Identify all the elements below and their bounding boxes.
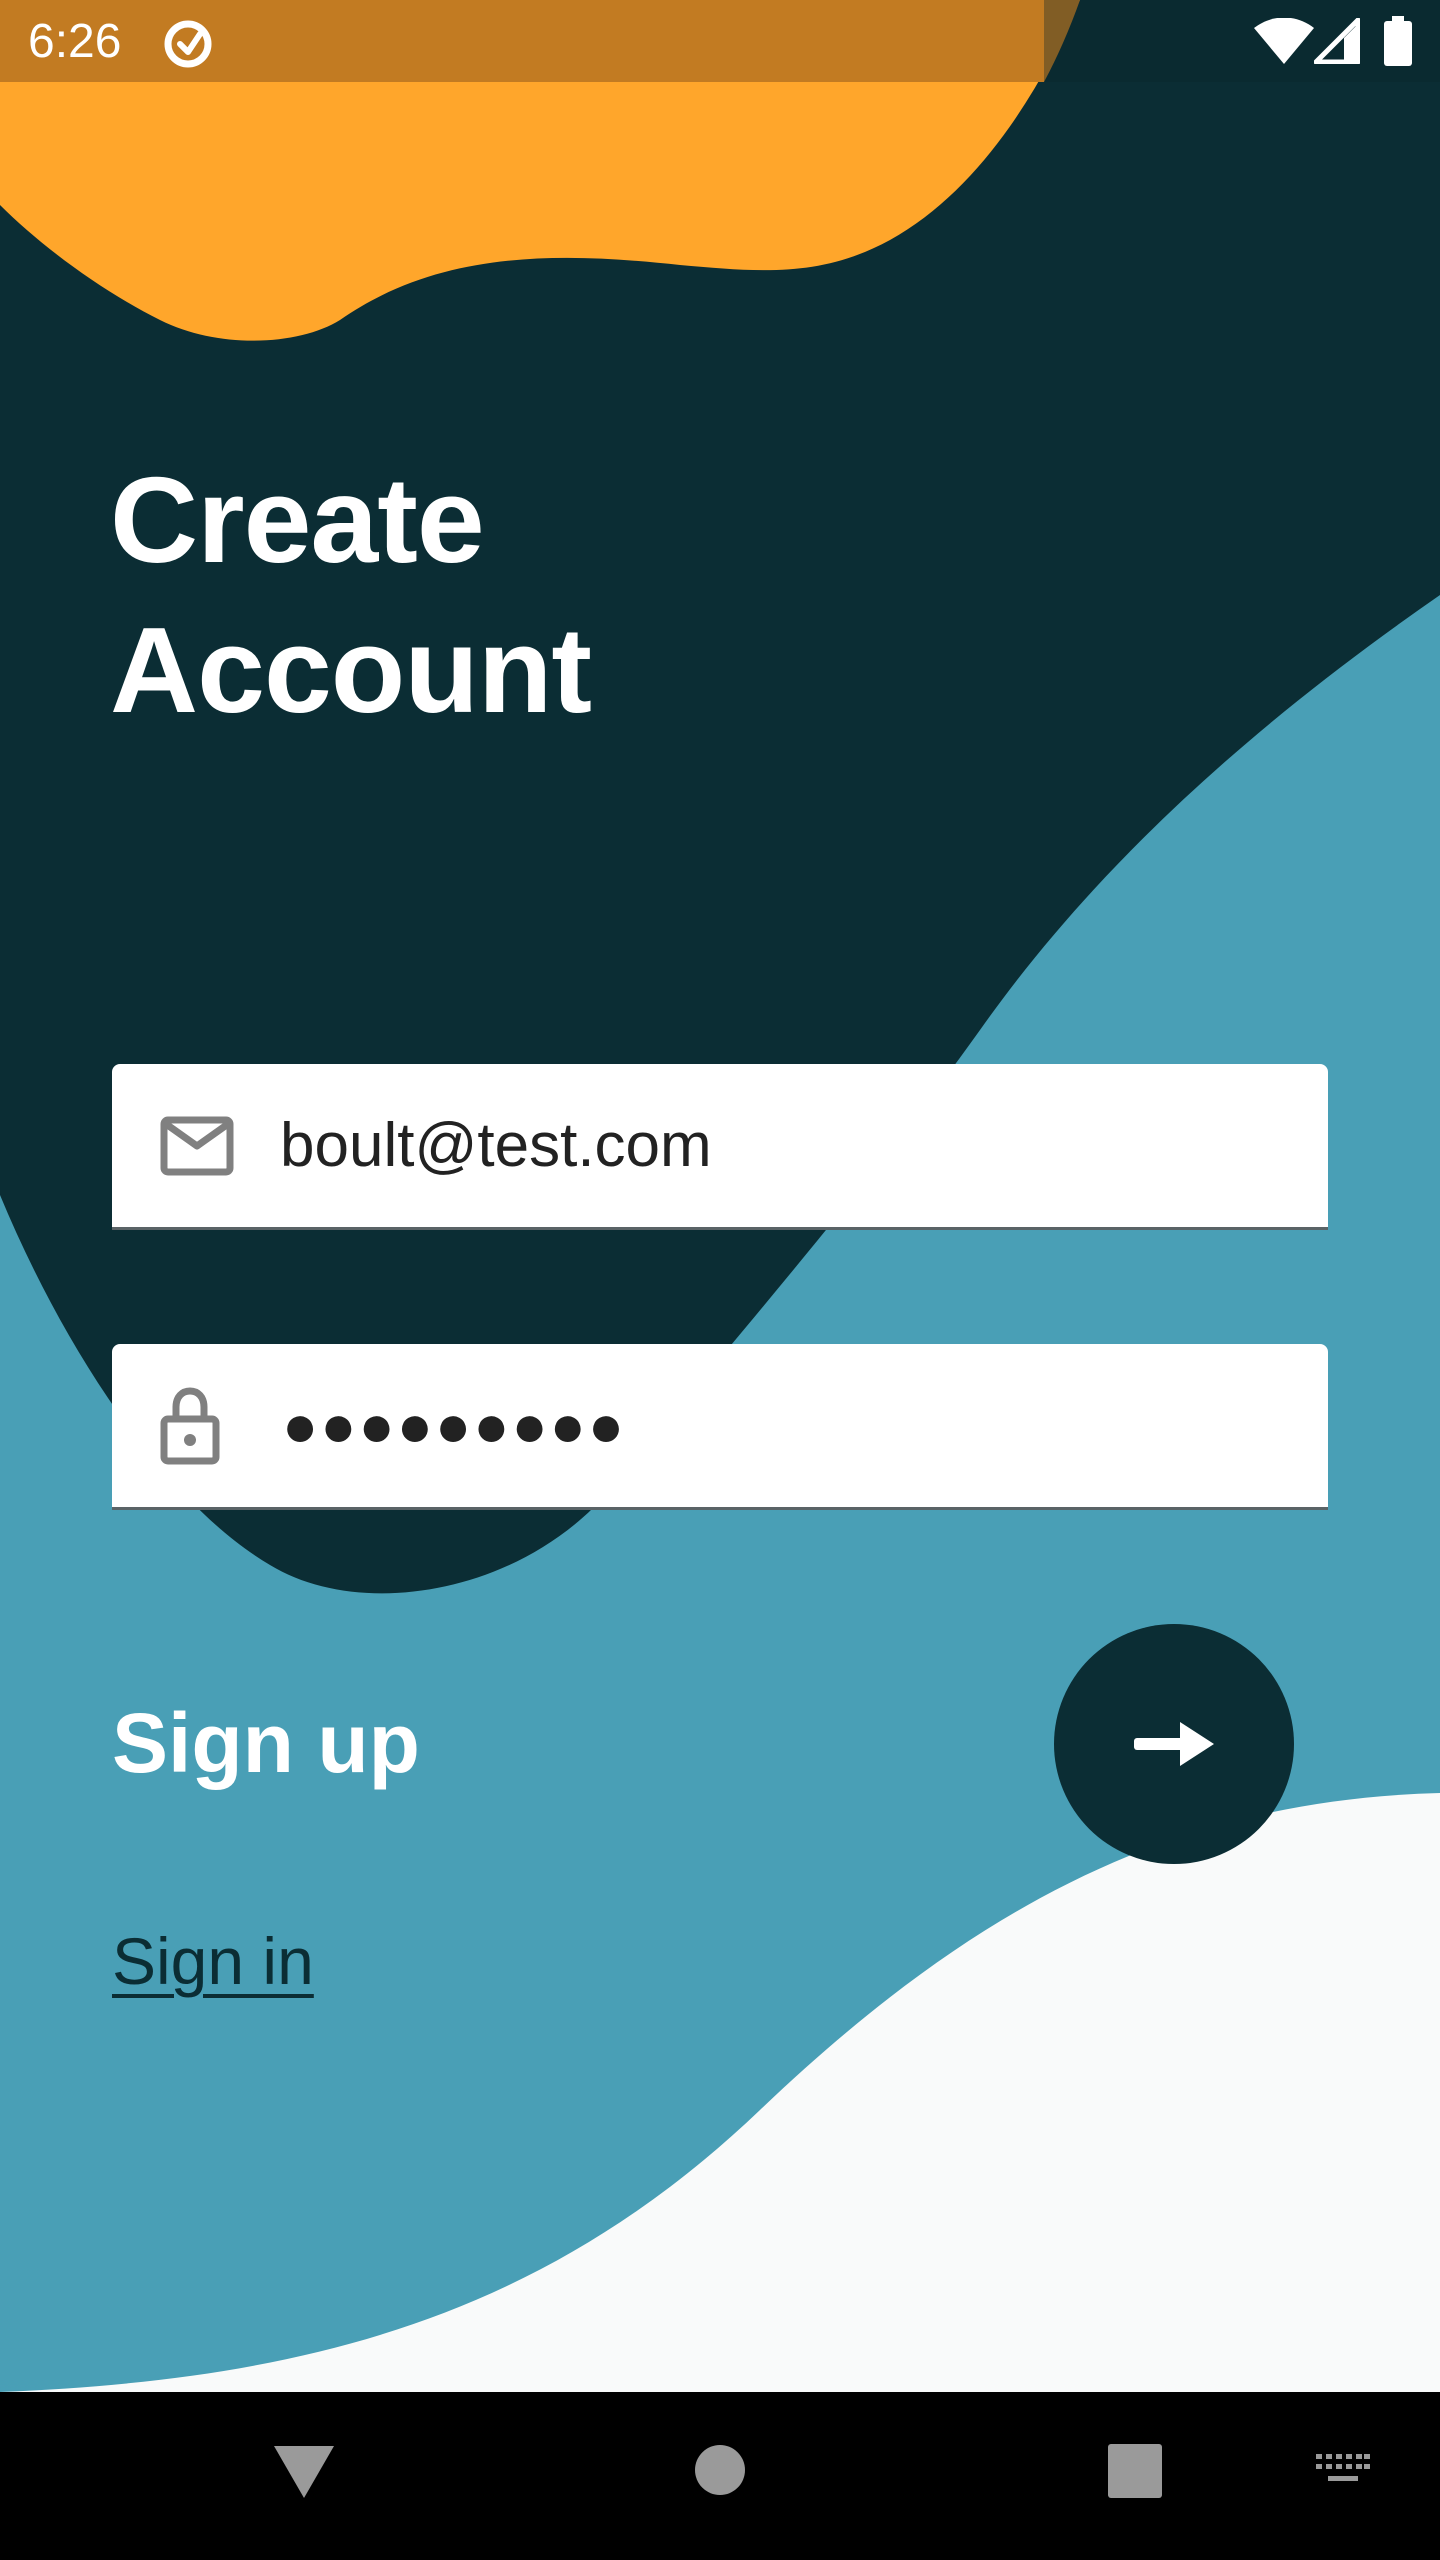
email-input[interactable] [280,1064,1280,1227]
password-input[interactable]: ●●●●●●●●● [282,1344,626,1507]
status-time: 6:26 [28,15,122,68]
arrow-right-icon [1134,1722,1214,1766]
background-waves [0,0,1440,2560]
email-field[interactable] [112,1064,1328,1230]
signup-label: Sign up [112,1696,420,1790]
back-icon[interactable] [272,2444,336,2500]
lock-icon [160,1386,220,1464]
page-title-line2: Account [110,602,592,738]
recents-icon[interactable] [1108,2444,1162,2498]
keyboard-icon[interactable] [1316,2454,1370,2488]
signup-submit-button[interactable] [1054,1624,1294,1864]
data-saver-icon [164,20,212,68]
navigation-bar [0,2392,1440,2560]
page-title-line1: Create [110,452,485,588]
signal-icon [1314,18,1360,64]
password-field[interactable]: ●●●●●●●●● [112,1344,1328,1510]
create-account-screen: 6:26 Create Account boult@test.com ●●●●●… [0,0,1440,2560]
wifi-icon [1254,18,1314,64]
signin-link[interactable]: Sign in [112,1916,314,2006]
battery-icon [1384,16,1412,66]
status-bar: 6:26 [0,0,1440,82]
mail-icon [160,1116,234,1175]
home-icon[interactable] [694,2444,746,2496]
